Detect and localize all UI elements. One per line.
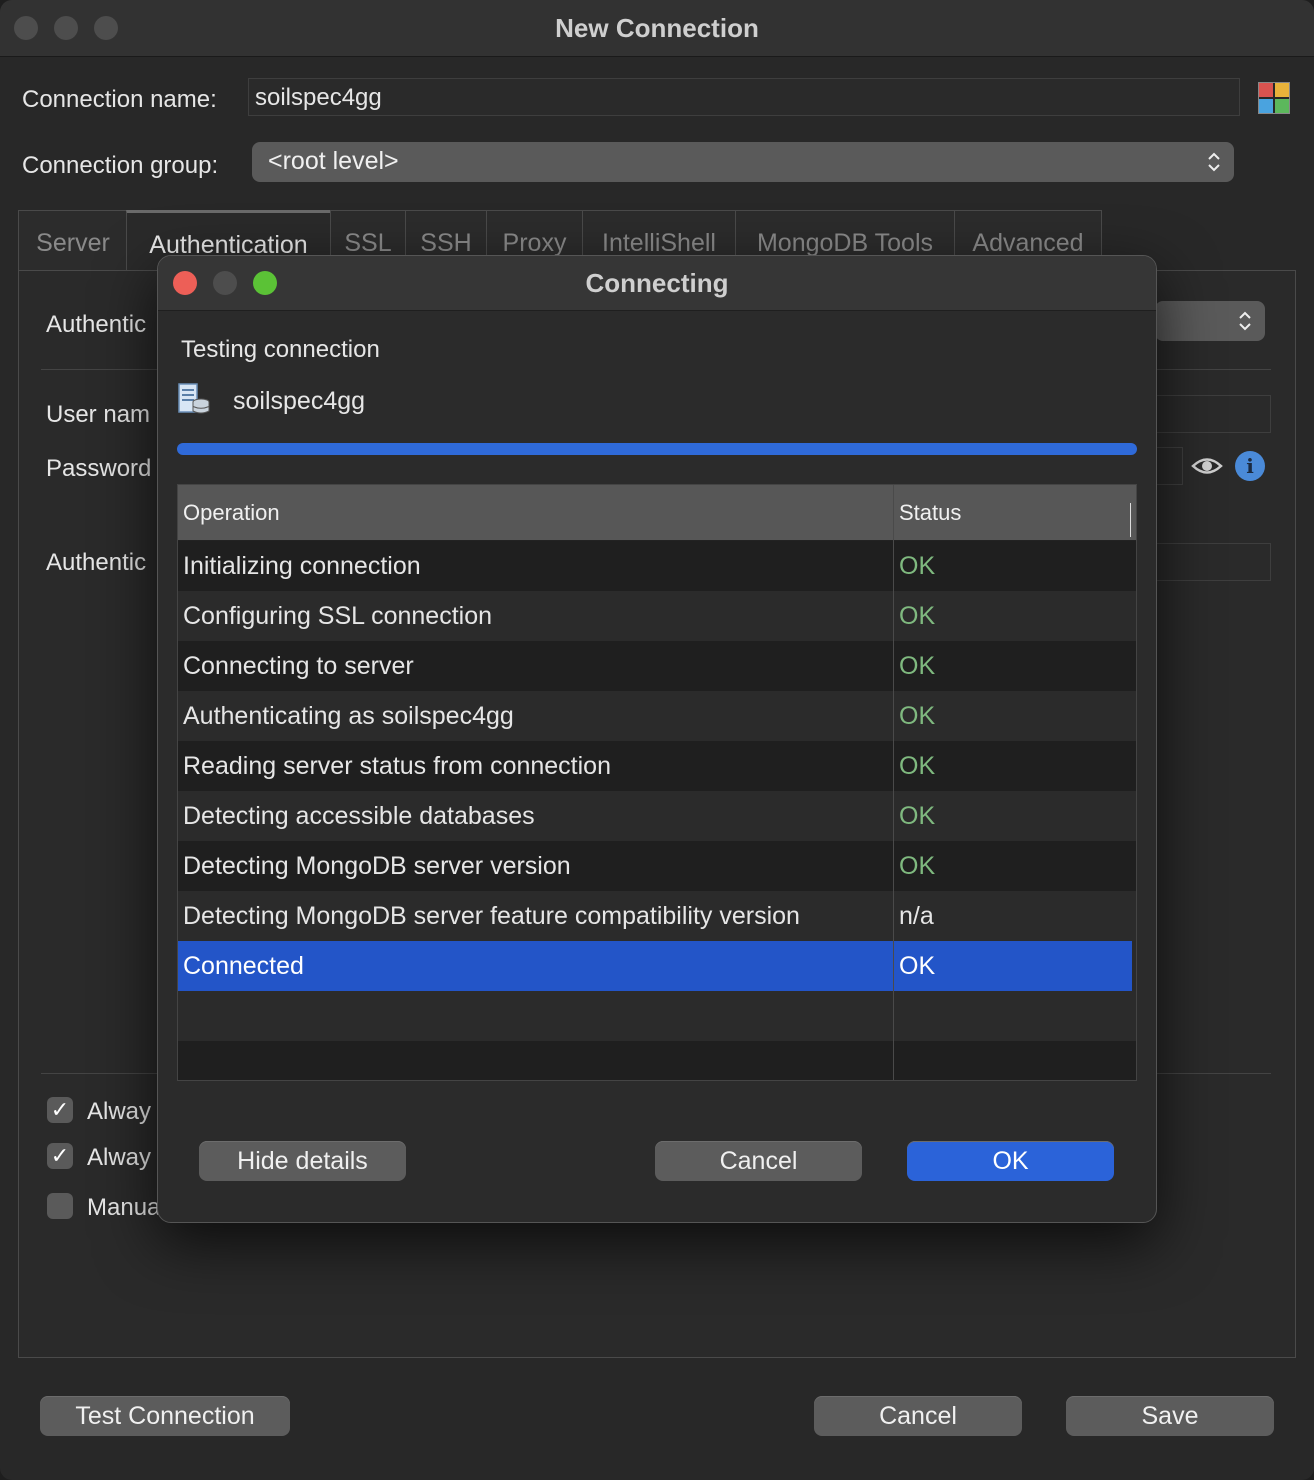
table-row[interactable]: Connecting to server OK [178,641,1136,691]
checkbox-2[interactable]: ✓ [47,1143,73,1169]
status-cell: OK [899,752,936,780]
dialog-heading: Testing connection [181,336,380,363]
connection-name: soilspec4gg [233,387,366,415]
database-server-icon [177,382,211,421]
operation-cell: Detecting MongoDB server feature compati… [183,902,800,930]
status-cell: OK [899,552,936,580]
table-header: Operation Status [178,485,1136,541]
operation-cell: Connecting to server [183,652,414,680]
window-titlebar: New Connection [0,0,1314,57]
connection-name-input[interactable]: soilspec4gg [248,78,1240,116]
operation-cell: Detecting MongoDB server version [183,852,571,880]
user-name-input[interactable] [1155,395,1271,433]
table-row-selected[interactable]: Connected OK [178,941,1132,991]
checkbox-1-label: Alway [87,1098,152,1125]
table-row[interactable]: Detecting MongoDB server feature compati… [178,891,1136,941]
checkbox-1[interactable]: ✓ [47,1097,73,1123]
operation-cell: Detecting accessible databases [183,802,535,830]
test-connection-button[interactable]: Test Connection [40,1396,290,1436]
status-cell: OK [899,952,936,980]
updown-chevron-icon [1237,309,1253,340]
operations-table: Operation Status Initializing connection… [177,484,1137,1081]
connection-progress-bar [177,443,1137,455]
save-button[interactable]: Save [1066,1396,1274,1436]
dialog-cancel-button[interactable]: Cancel [655,1141,862,1181]
checkbox-3-label: Manua [87,1194,161,1221]
empty-row [178,1041,1136,1080]
authentication-mode-select[interactable] [1155,301,1265,341]
column-header-operation[interactable]: Operation [183,485,280,540]
dialog-titlebar: Connecting [158,256,1156,311]
connection-name-label: Connection name: [22,86,217,113]
table-row[interactable]: Reading server status from connection OK [178,741,1136,791]
cancel-button[interactable]: Cancel [814,1396,1022,1436]
connection-group-label: Connection group: [22,152,219,179]
updown-chevron-icon [1206,150,1222,181]
color-grid-icon[interactable] [1258,82,1290,114]
table-row[interactable]: Detecting MongoDB server version OK [178,841,1136,891]
column-header-status[interactable]: Status [899,485,961,540]
empty-row [178,991,1136,1041]
status-cell: n/a [899,902,934,930]
password-input[interactable] [1155,447,1183,485]
ok-button[interactable]: OK [907,1141,1114,1181]
operation-cell: Authenticating as soilspec4gg [183,702,514,730]
operation-cell: Connected [183,952,304,980]
status-cell: OK [899,802,936,830]
table-row[interactable]: Detecting accessible databases OK [178,791,1136,841]
operation-cell: Initializing connection [183,552,421,580]
authentication-mode-label: Authentic [46,311,147,338]
checkbox-2-label: Alway [87,1144,152,1171]
hide-details-button[interactable]: Hide details [199,1141,406,1181]
table-row[interactable]: Authenticating as soilspec4gg OK [178,691,1136,741]
operation-cell: Configuring SSL connection [183,602,492,630]
column-separator [893,485,894,1080]
tab-server[interactable]: Server [18,210,128,270]
window-title: New Connection [555,13,759,43]
status-cell: OK [899,852,936,880]
status-cell: OK [899,702,936,730]
authentication-db-input[interactable] [1155,543,1271,581]
connection-group-select[interactable]: <root level> [252,142,1234,182]
user-name-label: User nam [46,401,151,428]
password-label: Password [46,455,152,482]
operation-cell: Reading server status from connection [183,752,611,780]
connecting-dialog: Connecting Testing connection soilspec4g… [157,255,1157,1223]
table-row[interactable]: Configuring SSL connection OK [178,591,1136,641]
info-icon[interactable]: i [1235,451,1265,481]
connection-group-value: <root level> [268,147,399,175]
status-cell: OK [899,652,936,680]
dialog-title: Connecting [585,268,729,298]
status-cell: OK [899,602,936,630]
authentication-db-label: Authentic [46,549,147,576]
checkbox-3[interactable] [47,1193,73,1219]
table-row[interactable]: Initializing connection OK [178,541,1136,591]
eye-icon[interactable] [1191,453,1223,484]
column-divider [1130,503,1131,537]
